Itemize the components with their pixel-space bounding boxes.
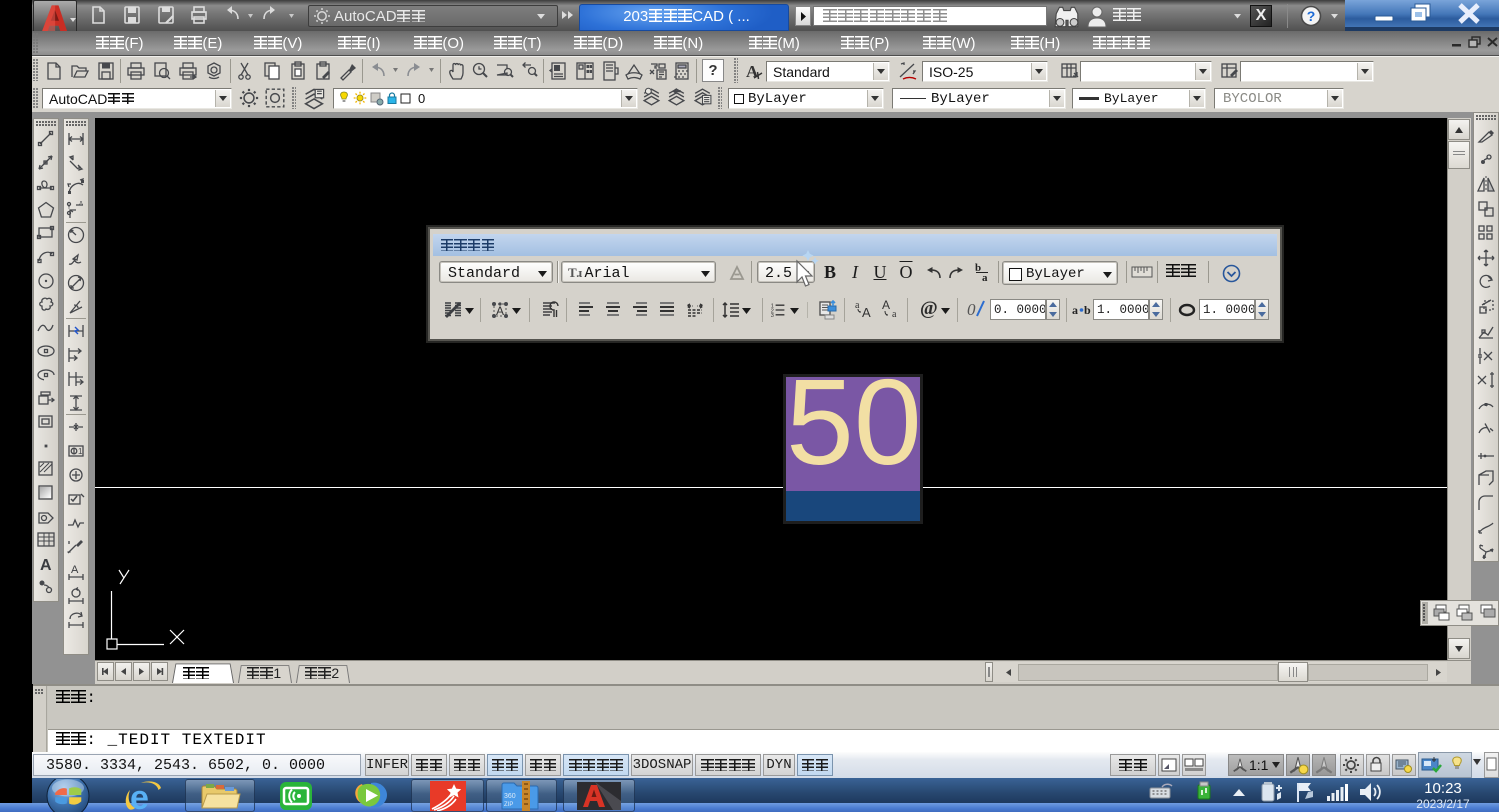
svg-text:A: A [746, 62, 759, 81]
svg-text:a: a [892, 309, 897, 320]
svg-text:360: 360 [504, 793, 516, 800]
svg-text:?: ? [1307, 8, 1316, 24]
svg-text:b: b [1084, 303, 1091, 317]
svg-text:A: A [862, 305, 871, 320]
svg-text:A: A [882, 300, 890, 312]
svg-text:A: A [40, 557, 52, 574]
svg-text:3: 3 [771, 313, 774, 319]
svg-text:0: 0 [418, 91, 425, 106]
svg-text:ZIP: ZIP [504, 802, 513, 808]
svg-text:a: a [855, 300, 860, 311]
svg-text:A: A [71, 564, 79, 576]
svg-text:a: a [1072, 303, 1078, 317]
svg-text:1: 1 [78, 447, 83, 456]
svg-text:0: 0 [967, 300, 976, 319]
svg-text:a: a [982, 272, 988, 282]
svg-text:A: A [496, 304, 504, 318]
svg-text:X: X [79, 201, 83, 207]
